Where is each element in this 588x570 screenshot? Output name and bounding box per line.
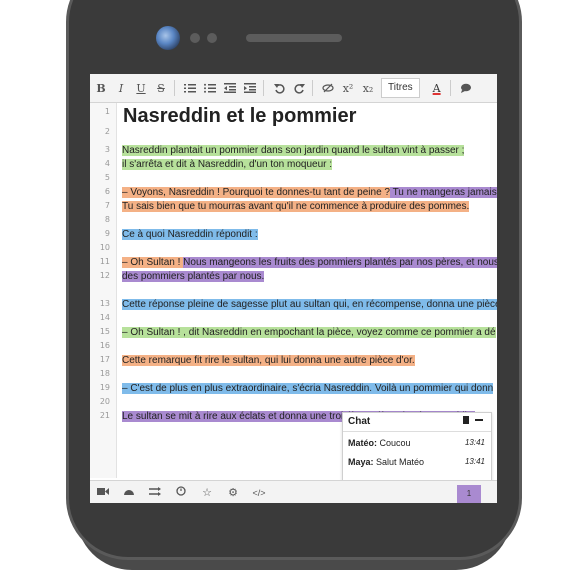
- shuffle-icon[interactable]: [142, 486, 168, 499]
- line-number: 8: [104, 215, 110, 224]
- chat-text: Salut Matéo: [373, 457, 425, 467]
- line-number: 16: [99, 341, 110, 350]
- chat-message: Maya: Salut Matéo 13:41: [343, 457, 491, 473]
- indent-icon[interactable]: [241, 79, 259, 97]
- toolbar-divider: [312, 80, 313, 96]
- line-number: 19: [99, 383, 110, 392]
- editor-toolbar: B I U S x² x₂ Titres A: [90, 74, 497, 103]
- toolbar-divider: [174, 80, 175, 96]
- text-line[interactable]: des pommiers plantés par nous.: [122, 271, 265, 282]
- italic-button[interactable]: I: [112, 79, 130, 97]
- line-number: 17: [99, 355, 110, 364]
- video-icon[interactable]: [90, 487, 116, 499]
- text-line[interactable]: il s'arrêta et dit à Nasreddin, d'un ton…: [122, 159, 333, 170]
- line-number: 10: [99, 243, 110, 252]
- text-line[interactable]: Tu sais bien que tu mourras avant qu'il …: [122, 201, 470, 212]
- chat-text: Coucou: [377, 438, 411, 448]
- undo-icon[interactable]: [270, 79, 288, 97]
- style-select[interactable]: Titres: [381, 78, 420, 98]
- ordered-list-icon[interactable]: [181, 79, 199, 97]
- star-icon[interactable]: ☆: [194, 486, 220, 499]
- line-number: 6: [104, 187, 110, 196]
- sensor-dot: [207, 33, 217, 43]
- chat-author: Maya:: [348, 457, 374, 467]
- line-number: 11: [99, 257, 110, 266]
- chat-title: Chat: [348, 416, 371, 427]
- line-number: 21: [99, 411, 110, 420]
- text-line[interactable]: Tu ne mangeras jamais: [389, 187, 497, 198]
- history-clock-icon[interactable]: [168, 486, 194, 499]
- sensor-dot: [190, 33, 200, 43]
- line-number: 15: [99, 327, 110, 336]
- line-number: 9: [104, 229, 110, 238]
- comment-icon[interactable]: [457, 79, 475, 97]
- line-number: 7: [104, 201, 110, 210]
- line-number: 14: [99, 313, 110, 322]
- line-number: 18: [99, 369, 110, 378]
- outdent-icon[interactable]: [221, 79, 239, 97]
- dashboard-icon[interactable]: [116, 487, 142, 499]
- text-line[interactable]: Nous mangeons les fruits des pommiers pl…: [183, 257, 497, 268]
- toolbar-divider: [263, 80, 264, 96]
- camera-icon: [156, 26, 180, 50]
- chat-message: Matéo: Coucou 13:41: [343, 438, 491, 454]
- chat-minimize-icon[interactable]: [475, 416, 483, 426]
- text-line[interactable]: Ce à quoi Nasreddin répondit :: [122, 229, 258, 240]
- subscript-button[interactable]: x₂: [359, 79, 377, 97]
- text-line[interactable]: Cette remarque fit rire le sultan, qui l…: [122, 355, 415, 366]
- chat-detach-icon[interactable]: [463, 416, 469, 426]
- bold-button[interactable]: B: [92, 79, 110, 97]
- line-number-gutter: 1 2 3 4 5 6 7 8 9 10 11 12 13 14 15 16 1…: [90, 103, 117, 478]
- users-count: 1: [466, 489, 472, 498]
- underline-button[interactable]: U: [132, 79, 150, 97]
- text-line[interactable]: – Oh Sultan !: [122, 257, 184, 268]
- chat-header: Chat: [343, 413, 491, 432]
- line-number: 1: [104, 107, 110, 116]
- chat-time: 13:41: [464, 457, 485, 466]
- line-number: 4: [104, 159, 110, 168]
- speaker-grille: [246, 34, 342, 42]
- status-bar: ☆ ⚙ </>: [90, 480, 497, 503]
- line-number: 5: [104, 173, 110, 182]
- text-line[interactable]: – Voyons, Nasreddin ! Pourquoi te donnes…: [122, 187, 390, 198]
- text-line[interactable]: Cette réponse pleine de sagesse plut au …: [122, 299, 497, 310]
- toolbar-divider: [449, 80, 451, 96]
- users-online-icon[interactable]: 1: [457, 485, 481, 503]
- chat-author: Matéo:: [348, 438, 377, 448]
- text-color-button[interactable]: A: [428, 79, 446, 97]
- redo-icon[interactable]: [290, 79, 308, 97]
- bullet-list-icon[interactable]: [201, 79, 219, 97]
- line-number: 2: [104, 127, 110, 136]
- document-title[interactable]: Nasreddin et le pommier: [123, 105, 356, 128]
- text-line[interactable]: – Oh Sultan ! , dit Nasreddin en empocha…: [122, 327, 496, 338]
- superscript-button[interactable]: x²: [339, 79, 357, 97]
- text-line[interactable]: Nasreddin plantait un pommier dans son j…: [122, 145, 465, 156]
- line-number: 13: [99, 299, 110, 308]
- chat-time: 13:41: [464, 438, 485, 447]
- clear-format-icon[interactable]: [319, 79, 337, 97]
- settings-gear-icon[interactable]: ⚙: [220, 486, 246, 499]
- line-number: 20: [99, 397, 110, 406]
- embed-code-icon[interactable]: </>: [246, 488, 272, 498]
- text-line[interactable]: – C'est de plus en plus extraordinaire, …: [122, 383, 494, 394]
- line-number: 3: [104, 145, 110, 154]
- line-number: 12: [99, 271, 110, 280]
- screen: B I U S x² x₂ Titres A 1 2 3 4 5 6 7 8 9…: [90, 74, 497, 503]
- strikethrough-button[interactable]: S: [152, 79, 170, 97]
